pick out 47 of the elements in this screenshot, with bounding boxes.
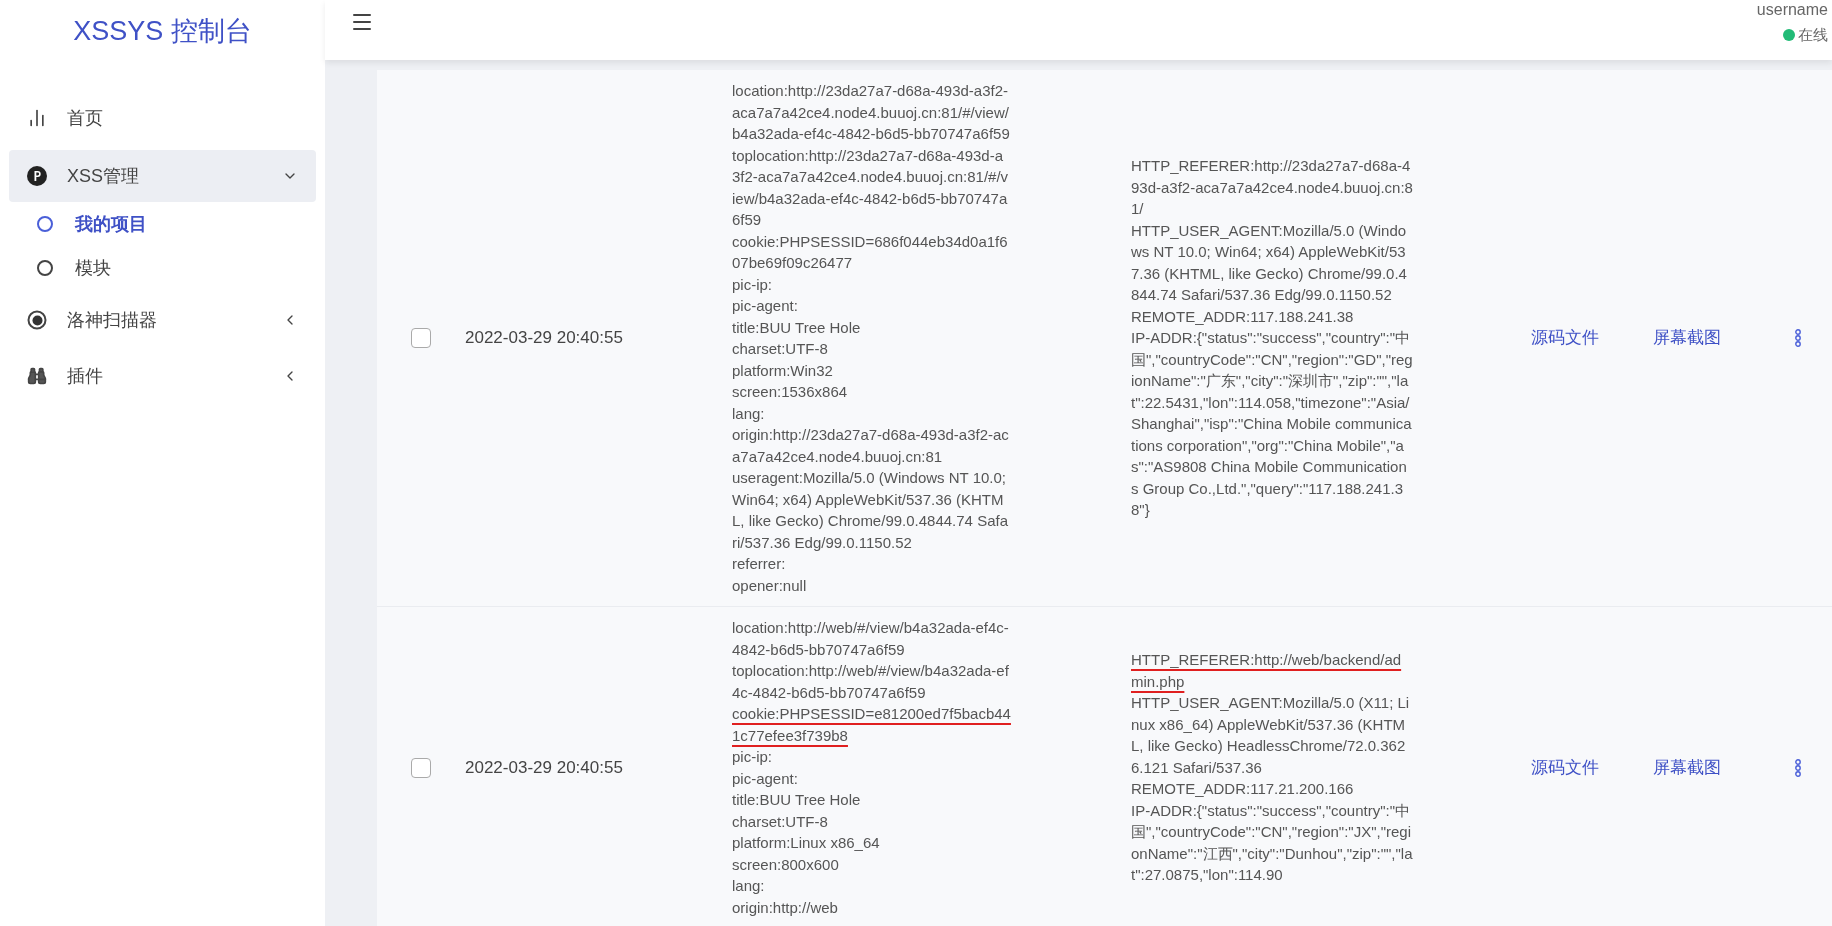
more-button[interactable]: [1795, 758, 1801, 777]
info-line: HTTP_USER_AGENT:Mozilla/5.0 (Windows NT 10.0; Win64; x64) AppleWebKit/537.36 (KHTML, like Gecko) Chrome/99.0.4844.74 Safari/537.36 Edg/99.0.1150.52: [1131, 220, 1408, 306]
nav-subitem[interactable]: 我的项目: [9, 202, 316, 246]
info-line: charset:UTF-8: [732, 339, 829, 359]
info-line: platform:Linux x86_64: [732, 833, 881, 853]
action-link[interactable]: 源码文件: [1531, 754, 1653, 781]
binoculars-icon: [27, 366, 47, 386]
more-vertical-icon: [1795, 758, 1801, 777]
p-circle-icon: [27, 166, 47, 186]
row-checkbox[interactable]: [411, 328, 431, 348]
info-line: pic-agent:: [732, 768, 799, 789]
username: username: [1756, 0, 1828, 20]
status-text: 在线: [1798, 25, 1828, 45]
nav-item[interactable]: XSS管理: [9, 150, 316, 202]
info-line: lang:: [732, 403, 766, 424]
info-line: platform:Win32: [732, 360, 834, 381]
target-icon: [27, 310, 47, 330]
info-line: lang:: [732, 876, 766, 896]
app-title: XSSYS 控制台: [73, 14, 252, 48]
time-cell: 2022-03-29 20:40:55: [465, 328, 623, 348]
row-checkbox[interactable]: [411, 757, 431, 778]
info-line: HTTP_REFERER:http://23da27a7-d68a-493d-a3f2-aca7a7a42ce4.node4.buuoj.cn:81/: [1131, 156, 1413, 220]
info-line: HTTP_REFERER:http://web/backend/admin.php: [1131, 650, 1403, 692]
time-cell: 2022-03-29 20:40:55: [465, 757, 623, 777]
more-button[interactable]: [1795, 329, 1801, 347]
info-line: pic-ip:: [732, 274, 773, 295]
info-line: title:BUU Tree Hole: [732, 317, 862, 338]
action-link[interactable]: 屏幕截图: [1653, 325, 1775, 351]
info-line: charset:UTF-8: [732, 811, 829, 832]
info-line: pic-agent:: [732, 296, 799, 316]
info-line: screen:1536x864: [732, 382, 849, 402]
nav-subitem[interactable]: 模块: [9, 246, 316, 290]
more-vertical-icon: [1795, 329, 1801, 347]
bar-chart-icon: [27, 108, 47, 128]
info-line: IP-ADDR:{"status":"success","country":"中国","countryCode":"CN","region":"JX","regionName":"江西","city":"Dunhou","zip":"","lat":27.0875,"lon":114.90: [1131, 800, 1413, 886]
info-line: origin:http://web: [732, 897, 839, 918]
info-line: opener:null: [732, 575, 808, 596]
info-line: title:BUU Tree Hole: [732, 790, 862, 810]
info-line: REMOTE_ADDR:117.21.200.166: [1131, 779, 1355, 800]
info-line: screen:800x600: [732, 854, 840, 875]
info-line: IP-ADDR:{"status":"success","country":"中国","countryCode":"CN","region":"GD","regionName":"广东","city":"深圳市","zip":"","lat":22.5431,"lon":114.058,"timezone":"Asia/Shanghai","isp":"China Mobile communications corporation","org":"China Mobile","as":"AS9808 China Mobile Communications Group Co.,Ltd.","query":"117.188.241.38"}: [1131, 328, 1413, 521]
info-line: pic-ip:: [732, 747, 773, 767]
action-link[interactable]: 屏幕截图: [1653, 754, 1775, 781]
info-line: HTTP_USER_AGENT:Mozilla/5.0 (X11; Linux x86_64) AppleWebKit/537.36 (KHTML, like Gecko) HeadlessChrome/72.0.3626.121 Safari/537.36: [1131, 693, 1411, 778]
info-line: REMOTE_ADDR:117.188.241.38: [1131, 306, 1355, 327]
action-link[interactable]: 源码文件: [1531, 325, 1653, 351]
info-line: referrer:: [732, 554, 787, 574]
